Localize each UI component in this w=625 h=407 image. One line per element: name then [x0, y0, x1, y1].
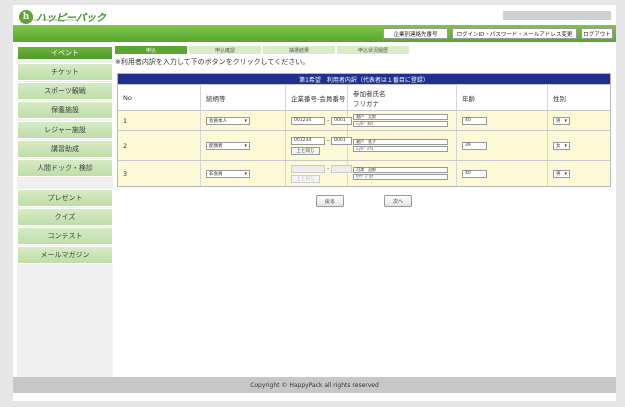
- next-button[interactable]: 次へ: [384, 195, 412, 207]
- sidebar: イベント チケット スポーツ観戦 保養施設 レジャー施設 講習助成 人間ドック・…: [17, 46, 113, 378]
- header-name-line2: フリガナ: [353, 99, 379, 108]
- logout-button[interactable]: ログアウト: [581, 28, 613, 39]
- back-button[interactable]: 戻る: [316, 195, 344, 207]
- chevron-down-icon: ▾: [564, 170, 567, 177]
- chevron-down-icon: ▾: [244, 117, 247, 124]
- code-cell: 001234 - 0001: [286, 111, 353, 130]
- row-no: 1: [118, 111, 201, 130]
- code-separator: -: [327, 117, 330, 124]
- sidebar-item-ticket[interactable]: チケット: [17, 63, 113, 81]
- age-cell: 39: [457, 131, 548, 160]
- age-input[interactable]: 40: [462, 116, 487, 125]
- name-cell: 湘戸 花子 ｼｮｳﾄﾞ ﾊﾅｺ: [348, 131, 457, 160]
- kana-input[interactable]: ｼｮｳﾄﾞ ﾊﾅｺ: [353, 146, 448, 152]
- company-number-input[interactable]: 001234: [291, 116, 325, 125]
- relation-cell: 会員本人 ▾: [201, 111, 286, 130]
- row-no: 3: [118, 161, 201, 186]
- header-name-line1: 参加者氏名: [353, 89, 386, 98]
- company-number-input[interactable]: 001234: [291, 136, 325, 145]
- page: h ハッピーパック HAPPY PACK MEMBER SERVICE 企業別連…: [13, 5, 616, 401]
- relation-select[interactable]: 非会員 ▾: [206, 169, 250, 178]
- code-separator: -: [327, 137, 330, 144]
- sidebar-item-present[interactable]: プレゼント: [17, 189, 113, 207]
- sidebar-item-mailmagazine[interactable]: メールマガジン: [17, 246, 113, 264]
- sidebar-item-quiz[interactable]: クイズ: [17, 208, 113, 226]
- gender-cell: 男 ▾: [548, 161, 610, 186]
- age-input[interactable]: 39: [462, 141, 487, 150]
- relation-cell: 配偶者 ▾: [201, 131, 286, 160]
- age-cell: 40: [457, 111, 548, 130]
- header-gender: 性別: [553, 94, 566, 103]
- gender-value: 女: [556, 143, 561, 149]
- gender-select[interactable]: 男 ▾: [553, 169, 570, 178]
- kana-input[interactable]: ｶﾜﾂﾞ ｼﾞﾛｳ: [353, 174, 448, 180]
- gender-cell: 男 ▾: [548, 111, 610, 130]
- header-bar: 企業別連絡先番号 ログインID・パスワード・メールアドレス変更 ログアウト: [13, 25, 616, 42]
- sidebar-item-checkup[interactable]: 人間ドック・検診: [17, 159, 113, 177]
- name-input[interactable]: 湘戸 花子: [353, 139, 448, 145]
- name-input[interactable]: 湘戸 太郎: [353, 114, 448, 120]
- relation-value: 会員本人: [209, 118, 227, 124]
- header-no: No: [118, 85, 201, 110]
- row-no: 2: [118, 131, 201, 160]
- table-row: 2 配偶者 ▾ 001234 - 0001 上と同じ 湘戸 花子 ｼｮｳﾄﾞ ﾊ…: [118, 130, 610, 160]
- header-name: 参加者氏名 フリガナ: [348, 85, 457, 110]
- gender-value: 男: [556, 171, 561, 177]
- tab-lottery-result[interactable]: 抽選結果: [263, 46, 335, 54]
- tab-apply[interactable]: 申込: [115, 46, 187, 54]
- relation-cell: 非会員 ▾: [201, 161, 286, 186]
- sidebar-item-contest[interactable]: コンテスト: [17, 227, 113, 245]
- gender-value: 男: [556, 118, 561, 124]
- code-inputs: 001234 - 0001: [291, 136, 353, 145]
- kana-input[interactable]: ｼｮｳﾄﾞ ﾀﾛｳ: [353, 121, 448, 127]
- code-inputs: 001234 - 0001: [291, 116, 353, 125]
- footer-copyright: Copyright © HappyPack all rights reserve…: [13, 377, 616, 393]
- company-number-input: [291, 164, 325, 173]
- logo-tagline: HAPPY PACK MEMBER SERVICE: [31, 18, 77, 22]
- participants-table: 第1希望 利用者内訳（代表者は１番目に登録） No 続柄等 企業番号-会員番号 …: [117, 73, 611, 187]
- age-input[interactable]: 40: [462, 169, 487, 178]
- sidebar-item-leisure[interactable]: レジャー施設: [17, 121, 113, 139]
- age-cell: 40: [457, 161, 548, 186]
- code-separator: -: [327, 165, 330, 172]
- gender-select[interactable]: 男 ▾: [553, 116, 570, 125]
- chevron-down-icon: ▾: [564, 142, 567, 149]
- sidebar-item-sports[interactable]: スポーツ観戦: [17, 82, 113, 100]
- relation-select[interactable]: 配偶者 ▾: [206, 141, 250, 150]
- tab-confirm[interactable]: 申込確認: [189, 46, 261, 54]
- header-age: 年齢: [457, 85, 548, 110]
- gender-cell: 女 ▾: [548, 131, 610, 160]
- name-cell: 河津 治郎 ｶﾜﾂﾞ ｼﾞﾛｳ: [348, 161, 457, 186]
- table-row: 3 非会員 ▾ - 上と同じ 河津 治郎 ｶﾜﾂﾞ ｼﾞﾛｳ 40 男 ▾: [118, 160, 610, 186]
- gender-select[interactable]: 女 ▾: [553, 141, 570, 150]
- same-as-above-button[interactable]: 上と同じ: [291, 146, 320, 155]
- chevron-down-icon: ▾: [244, 142, 247, 149]
- top-bar-strip: [503, 11, 611, 20]
- same-as-above-button: 上と同じ: [291, 174, 320, 183]
- header-code: 企業番号-会員番号: [286, 85, 348, 110]
- table-title: 第1希望 利用者内訳（代表者は１番目に登録）: [118, 74, 610, 84]
- sidebar-item-course[interactable]: 講習助成: [17, 140, 113, 158]
- sidebar-item-event[interactable]: イベント: [17, 46, 113, 60]
- chevron-down-icon: ▾: [564, 117, 567, 124]
- relation-select[interactable]: 会員本人 ▾: [206, 116, 250, 125]
- sidebar-item-resort[interactable]: 保養施設: [17, 101, 113, 119]
- tab-bar: 申込 申込確認 抽選結果 申込状況履歴: [115, 46, 409, 54]
- header-relation: 続柄等: [201, 85, 286, 110]
- name-input[interactable]: 河津 治郎: [353, 167, 448, 173]
- chevron-down-icon: ▾: [244, 170, 247, 177]
- tab-history[interactable]: 申込状況履歴: [337, 46, 409, 54]
- code-cell: - 上と同じ: [286, 161, 353, 186]
- table-row: 1 会員本人 ▾ 001234 - 0001 湘戸 太郎 ｼｮｳﾄﾞ ﾀﾛｳ 4…: [118, 110, 610, 130]
- relation-value: 配偶者: [209, 143, 223, 149]
- name-cell: 湘戸 太郎 ｼｮｳﾄﾞ ﾀﾛｳ: [348, 111, 457, 130]
- code-inputs: -: [291, 164, 353, 173]
- table-header-row: No 続柄等 企業番号-会員番号 参加者氏名 フリガナ 年齢 性別: [118, 84, 610, 110]
- code-cell: 001234 - 0001 上と同じ: [286, 131, 353, 160]
- relation-value: 非会員: [209, 171, 223, 177]
- instruction-text: ※利用者内訳を入力して下のボタンをクリックしてください。: [115, 58, 310, 66]
- account-settings-button[interactable]: ログインID・パスワード・メールアドレス変更: [452, 28, 577, 39]
- contact-numbers-button[interactable]: 企業別連絡先番号: [383, 28, 448, 39]
